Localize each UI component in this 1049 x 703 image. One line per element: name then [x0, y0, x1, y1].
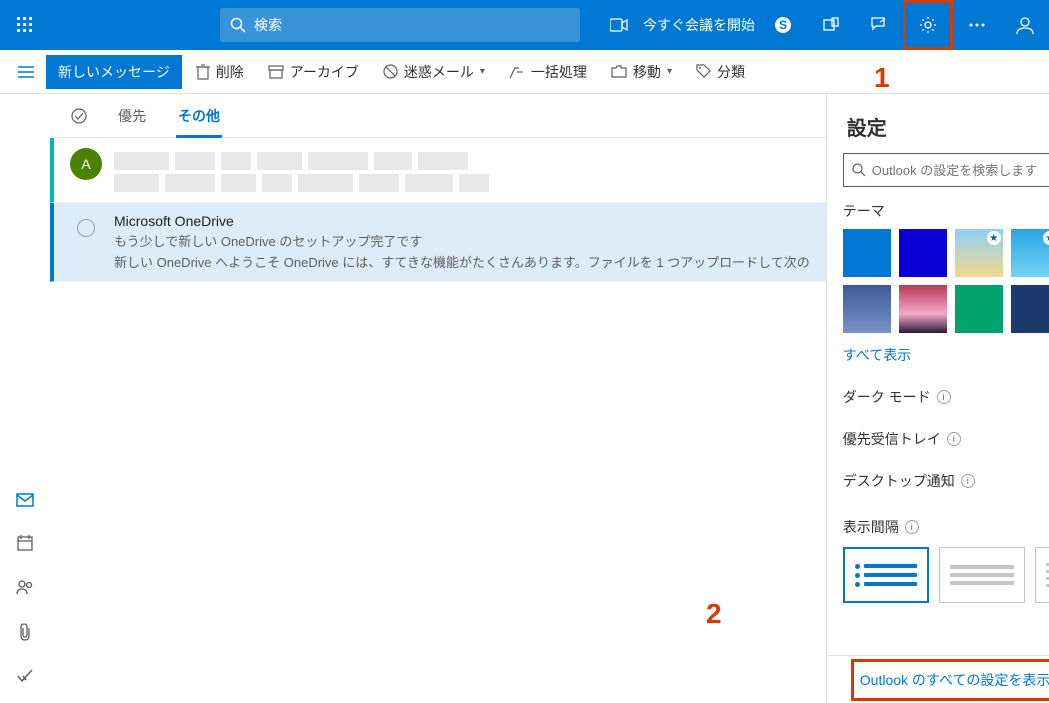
chevron-down-icon: ▾ [667, 66, 672, 77]
account-icon[interactable] [1001, 0, 1049, 50]
theme-swatch-circuit[interactable] [955, 285, 1003, 333]
menu-toggle-icon[interactable] [10, 66, 42, 78]
search-icon [852, 163, 866, 177]
move-button[interactable]: 移動 ▾ [601, 56, 682, 88]
message-subject: もう少しで新しい OneDrive のセットアップ完了です [114, 231, 810, 250]
more-icon[interactable] [953, 0, 1001, 50]
calendar-icon[interactable] [17, 535, 33, 551]
theme-swatch-tech[interactable] [1011, 285, 1049, 333]
theme-swatch-mountain[interactable] [843, 285, 891, 333]
annotation-2: 2 [706, 598, 722, 630]
tab-focused[interactable]: 優先 [102, 95, 162, 137]
message-sender: Microsoft OneDrive [114, 213, 810, 229]
message-preview: 新しい OneDrive へようこそ OneDrive には、すてきな機能がたく… [114, 252, 810, 271]
meet-now-label: 今すぐ会議を開始 [643, 15, 755, 35]
junk-icon [383, 64, 398, 79]
desktop-notif-label: デスクトップ通知 [843, 471, 955, 491]
delete-button[interactable]: 削除 [186, 56, 254, 88]
mail-icon[interactable] [16, 493, 34, 507]
move-label: 移動 [633, 62, 661, 82]
attachments-icon[interactable] [18, 623, 32, 641]
info-icon[interactable]: i [947, 432, 961, 446]
feedback-icon[interactable] [855, 0, 903, 50]
all-settings-link[interactable]: Outlook のすべての設定を表示 [860, 670, 1049, 690]
all-settings-label: Outlook のすべての設定を表示 [860, 670, 1049, 690]
theme-swatch-wave[interactable]: ★ [1011, 229, 1049, 277]
info-icon[interactable]: i [905, 520, 919, 534]
app-launcher-icon[interactable] [0, 0, 50, 50]
dark-mode-label: ダーク モード [843, 387, 931, 407]
search-icon [230, 17, 246, 33]
info-icon[interactable]: i [961, 474, 975, 488]
info-icon[interactable]: i [937, 390, 951, 404]
density-option-compact[interactable] [1035, 547, 1049, 603]
show-all-themes-link[interactable]: すべて表示 [843, 345, 911, 365]
archive-button[interactable]: アーカイブ [258, 56, 369, 88]
avatar: A [70, 148, 102, 180]
categorize-label: 分類 [717, 62, 745, 82]
density-option-medium[interactable] [939, 547, 1025, 603]
settings-search-input[interactable] [872, 163, 1049, 178]
people-icon[interactable] [16, 579, 34, 595]
todo-icon[interactable] [17, 669, 33, 683]
search-input[interactable] [254, 17, 570, 33]
junk-button[interactable]: 迷惑メール ▾ [373, 56, 495, 88]
delete-icon [196, 64, 210, 80]
blurred-content [114, 152, 810, 170]
message-item[interactable]: Microsoft OneDrive もう少しで新しい OneDrive のセッ… [50, 203, 826, 282]
move-icon [611, 65, 627, 78]
delete-label: 削除 [216, 62, 244, 82]
theme-swatch-blue[interactable] [843, 229, 891, 277]
new-message-button[interactable]: 新しいメッセージ [46, 55, 182, 89]
teams-icon[interactable] [807, 0, 855, 50]
tab-other[interactable]: その他 [162, 95, 236, 137]
theme-swatch-beach[interactable]: ★ [955, 229, 1003, 277]
categorize-button[interactable]: 分類 [686, 56, 755, 88]
video-icon [610, 18, 628, 32]
density-label: 表示間隔 [843, 517, 899, 537]
junk-label: 迷惑メール [404, 62, 474, 82]
message-item[interactable]: A [50, 138, 826, 203]
blurred-content [114, 174, 810, 192]
settings-search-box[interactable] [843, 153, 1049, 187]
settings-gear-highlighted[interactable] [903, 0, 953, 50]
archive-icon [268, 65, 284, 79]
annotation-1: 1 [874, 62, 890, 94]
svg-text:S: S [779, 18, 787, 32]
select-all-icon[interactable] [70, 107, 88, 125]
settings-title: 設定 [847, 112, 887, 141]
theme-swatch-sunset[interactable] [899, 285, 947, 333]
theme-swatch-darkblue[interactable] [899, 229, 947, 277]
tag-icon [696, 64, 711, 79]
sweep-label: 一括処理 [531, 62, 587, 82]
sweep-button[interactable]: 一括処理 [499, 56, 597, 88]
select-radio[interactable] [77, 219, 95, 237]
density-option-full[interactable] [843, 547, 929, 603]
gear-icon [919, 16, 937, 34]
sweep-icon [509, 65, 525, 79]
focused-inbox-label: 優先受信トレイ [843, 429, 941, 449]
chevron-down-icon: ▾ [480, 66, 485, 77]
meet-now-button[interactable] [595, 0, 643, 50]
theme-section-label: テーマ [843, 201, 1049, 221]
archive-label: アーカイブ [290, 62, 359, 82]
skype-icon[interactable]: S [759, 0, 807, 50]
search-box[interactable] [220, 8, 580, 42]
